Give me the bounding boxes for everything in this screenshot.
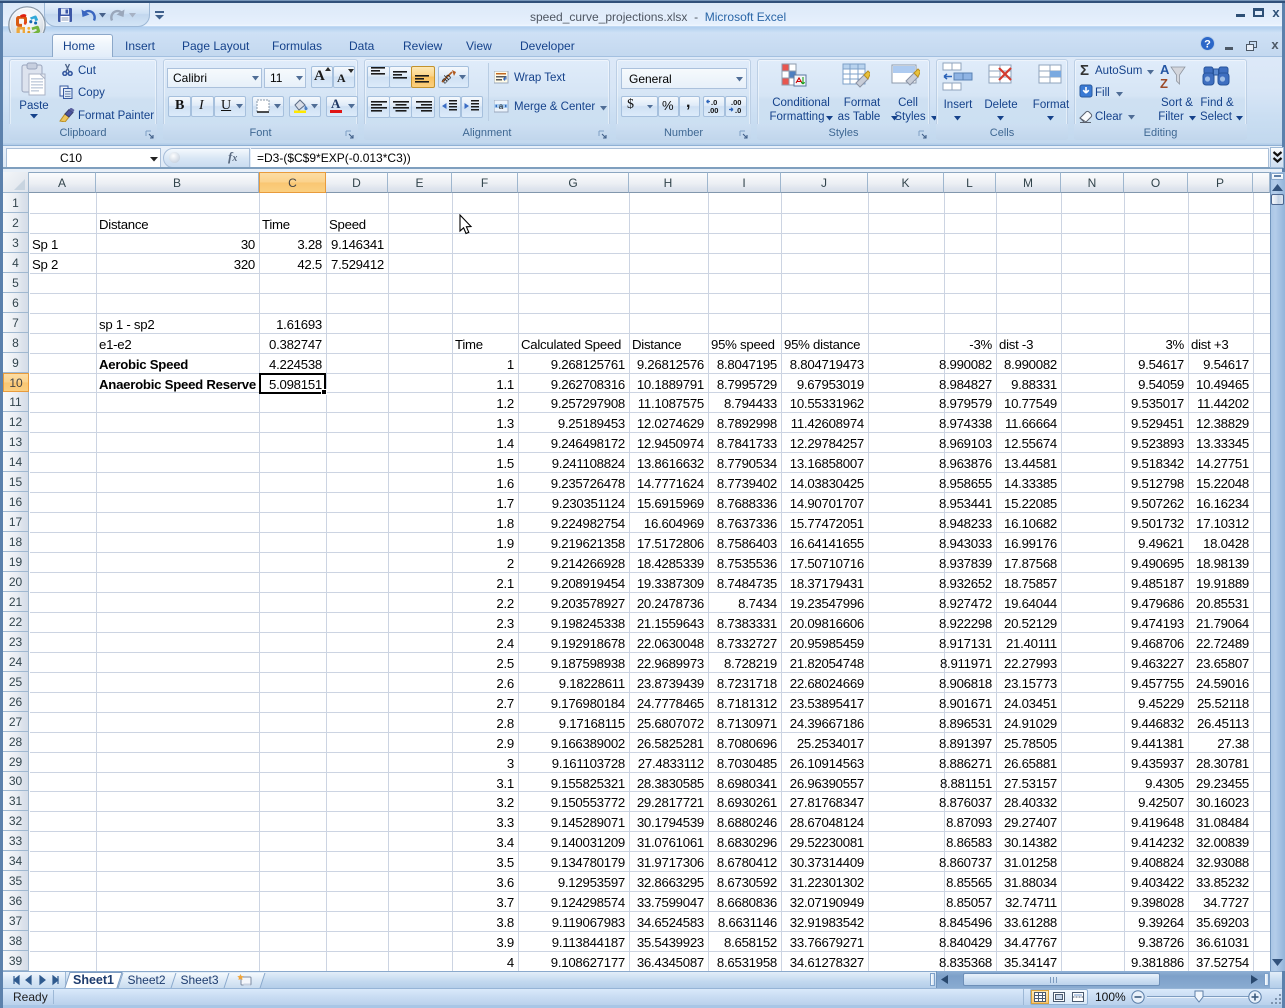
svg-text:a: a <box>499 102 504 111</box>
svg-text:A: A <box>1160 62 1170 77</box>
svg-text:.00: .00 <box>708 106 718 114</box>
svg-text:?: ? <box>1204 39 1211 51</box>
svg-text:.0: .0 <box>735 106 741 114</box>
svg-text:Z: Z <box>1160 76 1168 91</box>
